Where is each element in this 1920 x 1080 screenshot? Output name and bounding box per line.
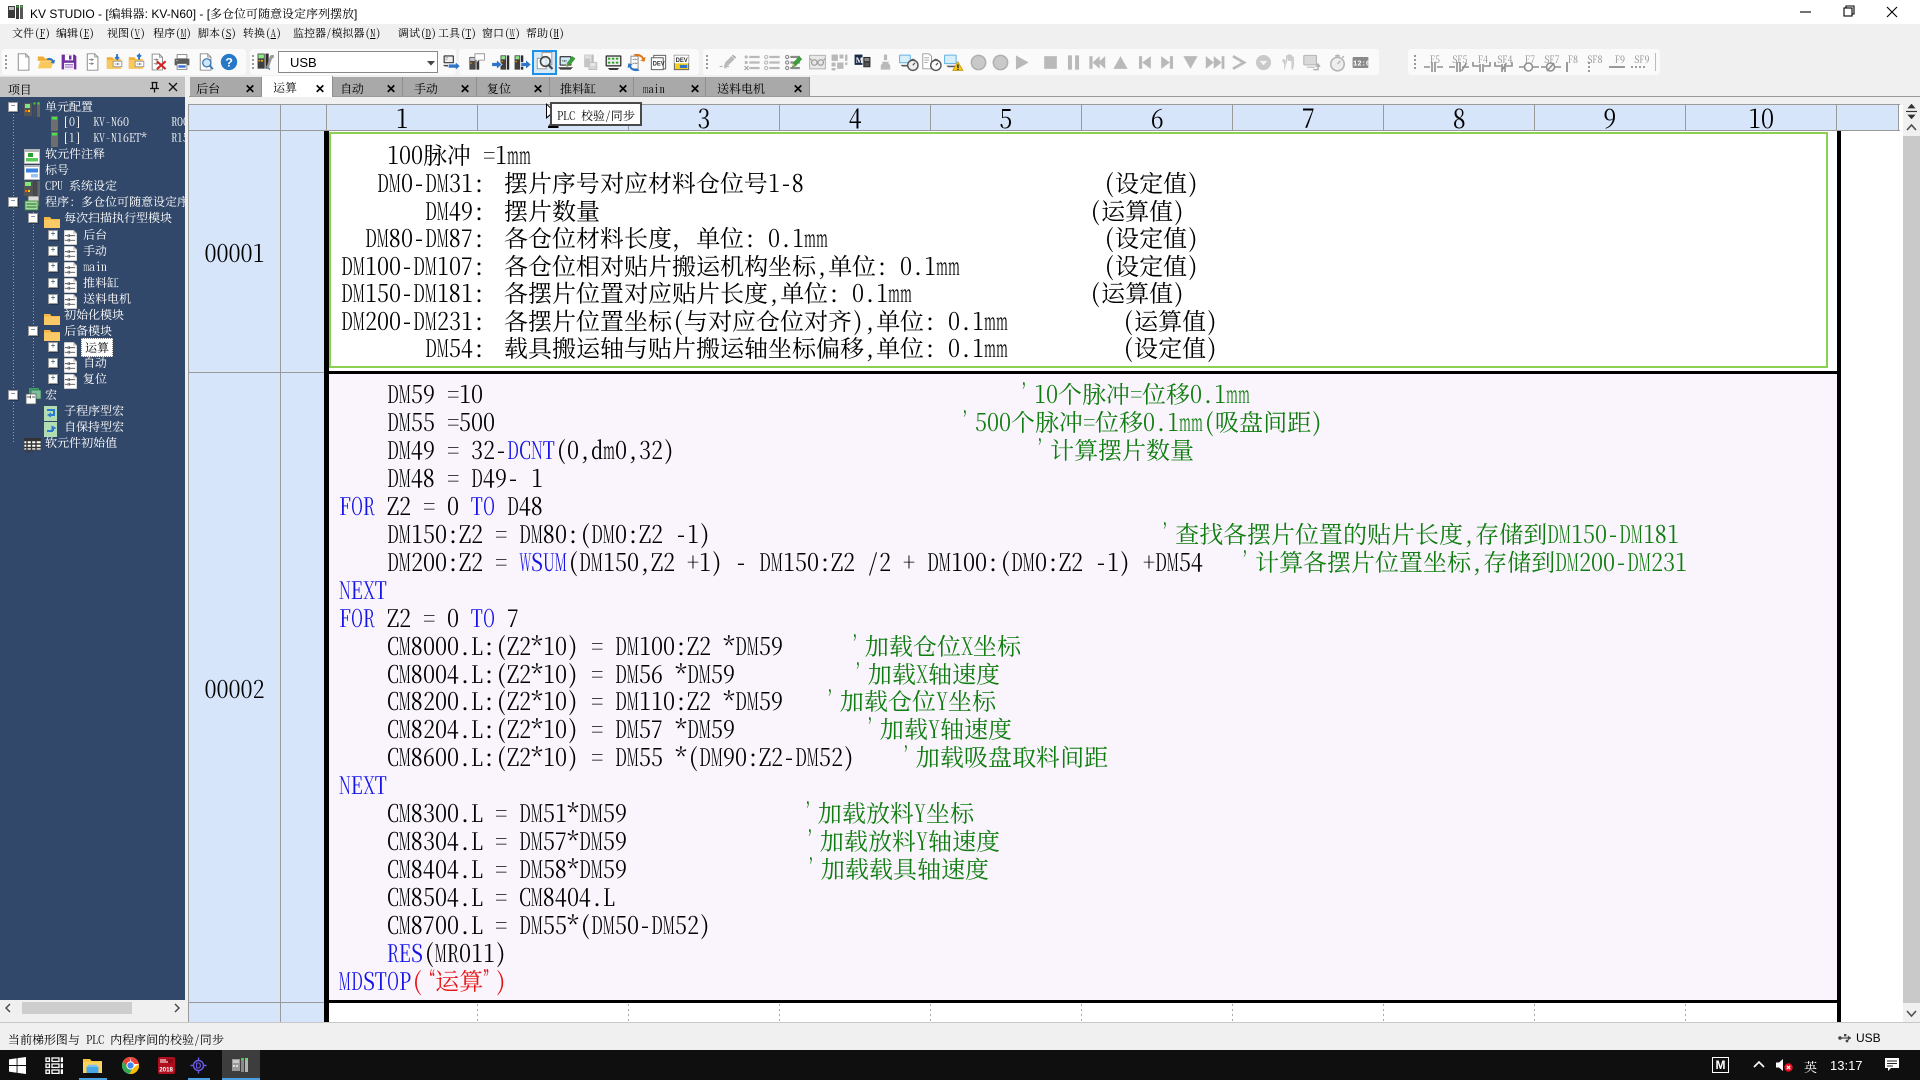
svg-text:2018: 2018 — [159, 1067, 173, 1074]
svg-text:INIT: INIT — [25, 449, 34, 453]
svg-text:12:0: 12:0 — [1353, 61, 1370, 69]
svg-text:M: M — [856, 56, 864, 65]
svg-text:?: ? — [225, 56, 233, 70]
svg-text:DEV: DEV — [653, 62, 665, 68]
svg-text:DEV: DEV — [676, 58, 688, 64]
svg-text:D: D — [196, 1062, 202, 1071]
